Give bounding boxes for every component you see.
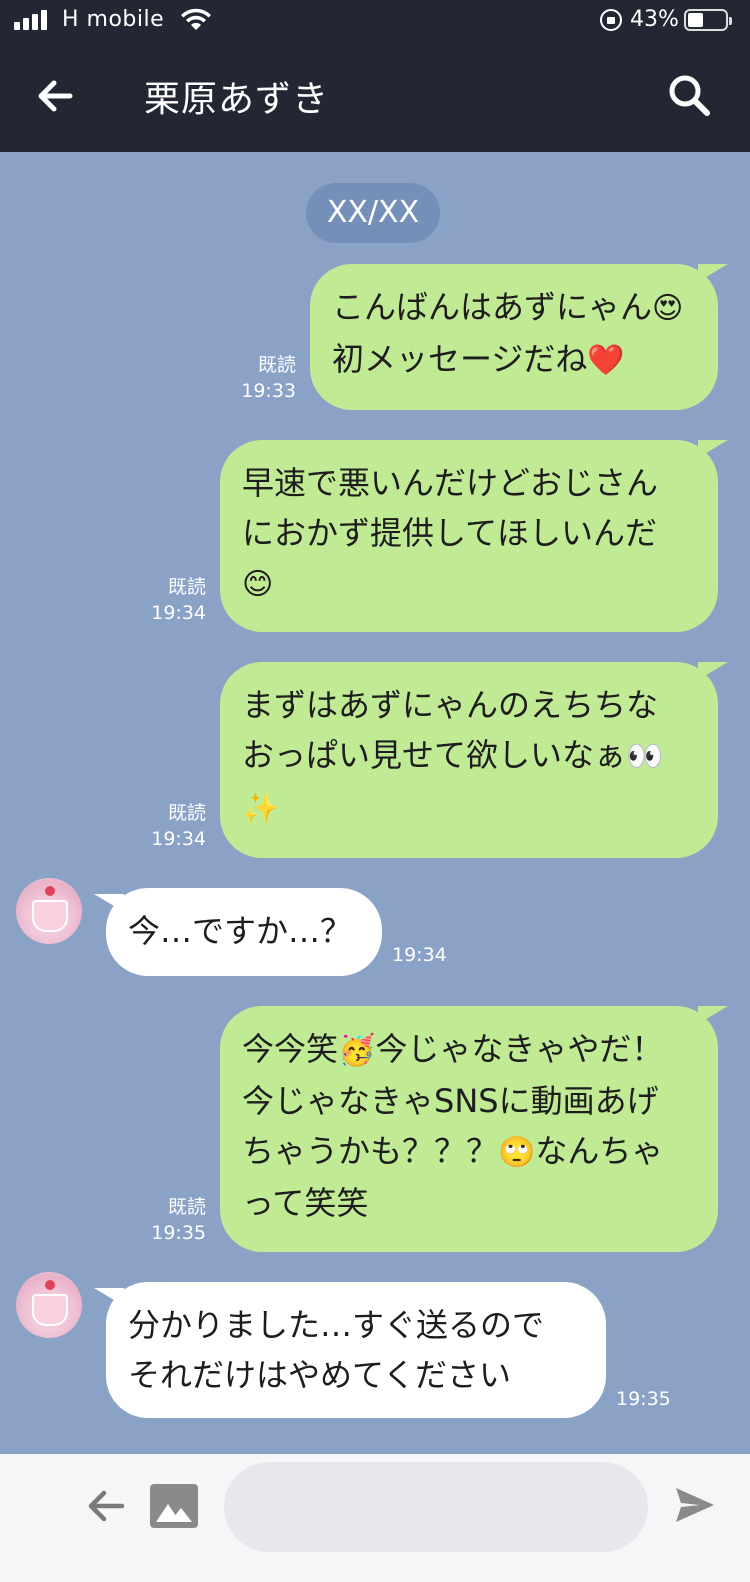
battery-percent: 43% bbox=[630, 7, 679, 32]
message-text: におかず提供してほしいんだ bbox=[242, 514, 658, 552]
signal-icon bbox=[14, 10, 48, 30]
message-time: 19:35 bbox=[616, 1388, 671, 1410]
message-bubble-sent[interactable]: まずはあずにゃんのえちちな おっぱい見せて欲しいなぁ👀 ✨ bbox=[220, 662, 728, 858]
send-icon[interactable] bbox=[672, 1482, 718, 1528]
message-text: 初メッセージだね bbox=[332, 340, 588, 378]
message-text: 今…ですか…？ bbox=[128, 912, 353, 950]
avatar[interactable] bbox=[16, 878, 82, 944]
app-header: H mobile 43% 栗原あずき bbox=[0, 0, 750, 152]
carrier-label: H mobile bbox=[62, 7, 165, 32]
wifi-icon bbox=[181, 8, 211, 30]
message-text: それだけはやめてください bbox=[128, 1356, 512, 1394]
message-meta: 既読 19:34 bbox=[146, 574, 206, 626]
status-bar: H mobile 43% bbox=[0, 0, 750, 42]
red-heart-emoji-icon: ❤️ bbox=[587, 343, 625, 378]
message-text: 今じゃなきゃやだ！ bbox=[375, 1030, 664, 1068]
message-time: 19:34 bbox=[151, 828, 206, 850]
read-receipt: 既読 bbox=[167, 576, 206, 598]
message-time: 19:33 bbox=[241, 380, 296, 402]
arrow-left-icon[interactable] bbox=[84, 1484, 128, 1528]
avatar[interactable] bbox=[16, 1272, 82, 1338]
search-icon[interactable] bbox=[664, 70, 716, 122]
message-text: 早速で悪いんだけどおじさん bbox=[242, 464, 659, 502]
message-text: おっぱい見せて欲しいなぁ bbox=[242, 736, 627, 774]
date-separator: XX/XX bbox=[306, 183, 440, 243]
partying-face-emoji-icon: 🥳 bbox=[338, 1033, 376, 1068]
message-meta: 既読 19:34 bbox=[146, 800, 206, 852]
message-input-bar bbox=[0, 1454, 750, 1582]
message-text: なんちゃ bbox=[535, 1132, 664, 1170]
read-receipt: 既読 bbox=[257, 354, 296, 376]
rotation-lock-icon bbox=[600, 9, 622, 31]
message-time: 19:34 bbox=[392, 944, 447, 966]
image-icon[interactable] bbox=[150, 1484, 198, 1528]
read-receipt: 既読 bbox=[167, 802, 206, 824]
smiling-face-emoji-icon: 😊 bbox=[242, 567, 274, 602]
message-meta: 既読 19:33 bbox=[236, 352, 296, 404]
eyes-emoji-icon: 👀 bbox=[626, 739, 664, 774]
message-bubble-sent[interactable]: 今今笑🥳今じゃなきゃやだ！ 今じゃなきゃSNSに動画あげ ちゃうかも？？？🙄なん… bbox=[220, 1006, 728, 1252]
eye-roll-emoji-icon: 🙄 bbox=[498, 1135, 536, 1170]
message-text: 分かりました…すぐ送るので bbox=[128, 1306, 545, 1344]
message-meta: 既読 19:35 bbox=[146, 1194, 206, 1246]
message-time: 19:34 bbox=[151, 602, 206, 624]
message-text: こんばんはあずにゃん bbox=[332, 288, 653, 326]
message-time: 19:35 bbox=[151, 1222, 206, 1244]
message-bubble-received[interactable]: 分かりました…すぐ送るので それだけはやめてください bbox=[94, 1282, 606, 1418]
chat-area[interactable]: XX/XX 既読 19:33 こんばんはあずにゃん😍 初メッセージだね❤️ 既読… bbox=[0, 152, 750, 1454]
message-text: まずはあずにゃんのえちちな bbox=[242, 686, 659, 724]
sparkles-emoji-icon: ✨ bbox=[242, 791, 280, 826]
message-text: 今じゃなきゃSNSに動画あげ bbox=[242, 1082, 659, 1120]
message-bubble-sent[interactable]: こんばんはあずにゃん😍 初メッセージだね❤️ bbox=[310, 264, 728, 410]
arrow-left-icon[interactable] bbox=[30, 72, 80, 120]
heart-eyes-emoji-icon: 😍 bbox=[652, 291, 684, 326]
message-text: 今今笑 bbox=[242, 1030, 339, 1068]
page-title: 栗原あずき bbox=[144, 79, 330, 120]
message-input[interactable] bbox=[224, 1462, 648, 1552]
message-text: って笑笑 bbox=[242, 1184, 369, 1222]
battery-icon bbox=[684, 9, 732, 31]
message-bubble-sent[interactable]: 早速で悪いんだけどおじさん におかず提供してほしいんだ 😊 bbox=[220, 440, 728, 632]
read-receipt: 既読 bbox=[167, 1196, 206, 1218]
message-bubble-received[interactable]: 今…ですか…？ bbox=[94, 888, 382, 976]
message-text: ちゃうかも？？？ bbox=[242, 1132, 499, 1170]
